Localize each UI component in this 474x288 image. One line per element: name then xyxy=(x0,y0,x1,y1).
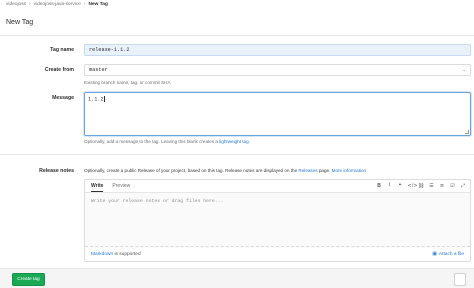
message-label: Message xyxy=(52,95,74,101)
breadcrumb-separator-icon: › xyxy=(83,1,86,7)
lightweight-tag-link[interactable]: lightweight tag. xyxy=(219,139,250,144)
tab-write[interactable]: Write xyxy=(91,183,104,192)
release-notes-help: Optionally, create a public Release of y… xyxy=(84,168,366,173)
markdown-note: Markdown is supported xyxy=(91,252,141,257)
create-from-value: master xyxy=(89,67,108,73)
more-information-link[interactable]: More information xyxy=(332,168,366,173)
message-help: Optionally, add a message to the tag. Le… xyxy=(84,139,250,144)
breadcrumb: videojoss › videojoss-java-service › New… xyxy=(6,0,108,8)
text-cursor xyxy=(104,96,105,102)
italic-icon[interactable]: I xyxy=(387,183,393,189)
attach-file-button[interactable]: ▣ Attach a file xyxy=(432,251,464,257)
page-title: New Tag xyxy=(6,19,34,26)
message-value: 1.1.2 xyxy=(88,96,104,103)
tag-name-label: Tag name xyxy=(50,47,74,53)
quote-icon[interactable]: ❝ xyxy=(397,183,403,189)
editor-tabs: Write Preview B I ❝ </> ⛓ ☰ ≡ ☑ ⤢ xyxy=(85,180,470,193)
create-tag-button[interactable]: Create tag xyxy=(12,273,45,286)
image-icon: ▣ xyxy=(432,251,437,257)
breadcrumb-current: New Tag xyxy=(88,1,108,7)
tab-preview[interactable]: Preview xyxy=(112,183,130,192)
create-from-help: Existing branch name, tag, or commit SHA xyxy=(84,80,171,85)
release-help-mid: page. xyxy=(317,168,332,173)
numbered-list-icon[interactable]: ≡ xyxy=(439,183,445,189)
releases-link[interactable]: Releases xyxy=(298,168,317,173)
fullscreen-icon[interactable]: ⤢ xyxy=(460,183,466,189)
release-notes-placeholder: Write your release notes or drag files h… xyxy=(91,199,224,204)
cancel-button[interactable] xyxy=(454,273,466,286)
editor-footer: Markdown is supported ▣ Attach a file xyxy=(85,246,470,261)
markdown-link[interactable]: Markdown xyxy=(91,252,113,257)
create-from-label: Create from xyxy=(44,67,74,73)
title-divider xyxy=(0,35,474,36)
link-icon[interactable]: ⛓ xyxy=(418,183,424,189)
bullet-list-icon[interactable]: ☰ xyxy=(429,183,435,189)
message-textarea[interactable]: 1.1.2 xyxy=(84,92,471,136)
attach-file-label: Attach a file xyxy=(438,251,464,257)
chevron-down-icon: ⌄ xyxy=(462,67,466,73)
create-from-dropdown[interactable]: master ⌄ xyxy=(84,64,471,76)
bold-icon[interactable]: B xyxy=(376,183,382,189)
message-help-text: Optionally, add a message to the tag. Le… xyxy=(84,139,220,144)
breadcrumb-separator-icon: › xyxy=(29,1,31,7)
resize-handle-icon[interactable] xyxy=(465,130,469,134)
tag-name-value: release-1.1.2 xyxy=(89,47,130,53)
breadcrumb-project-link[interactable]: videojoss-java-service xyxy=(34,2,81,7)
breadcrumb-group-link[interactable]: videojoss xyxy=(6,2,26,7)
markdown-toolbar: B I ❝ </> ⛓ ☰ ≡ ☑ ⤢ xyxy=(376,183,466,189)
task-list-icon[interactable]: ☑ xyxy=(450,183,456,189)
release-notes-textarea[interactable]: Write your release notes or drag files h… xyxy=(85,193,470,248)
release-help-text: Optionally, create a public Release of y… xyxy=(84,168,299,173)
tag-name-input[interactable]: release-1.1.2 xyxy=(84,44,471,56)
markdown-suffix: is supported xyxy=(113,251,141,257)
form-actions xyxy=(0,268,474,288)
release-notes-editor: Write Preview B I ❝ </> ⛓ ☰ ≡ ☑ ⤢ Write … xyxy=(84,179,471,262)
release-notes-label: Release notes xyxy=(39,168,74,174)
code-icon[interactable]: </> xyxy=(408,183,418,189)
section-divider xyxy=(0,154,474,155)
